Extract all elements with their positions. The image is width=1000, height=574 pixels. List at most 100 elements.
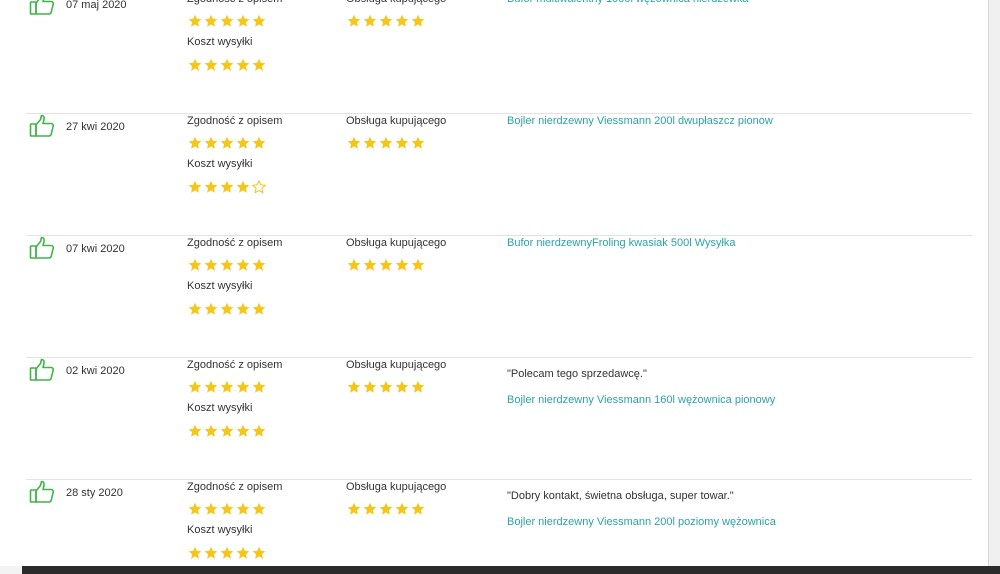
description-match-stars [188,258,266,274]
star-filled-icon [204,58,218,72]
shipping-cost-label: Koszt wysyłki [187,524,253,536]
star-filled-icon [363,258,377,272]
customer-service-stars [347,502,425,518]
thumbs-up-icon [29,358,55,382]
customer-service-label: Obsługa kupującego [346,115,447,127]
star-filled-icon [188,380,202,394]
star-filled-icon [204,136,218,150]
star-filled-icon [379,258,393,272]
star-filled-icon [252,502,266,516]
star-filled-icon [395,14,409,28]
star-filled-icon [220,258,234,272]
product-link[interactable]: Bojler nierdzewny Viessmann 160l wężowni… [507,394,775,406]
shipping-cost-stars [188,58,266,74]
review-comment: "Polecam tego sprzedawcę." [507,368,647,380]
star-filled-icon [236,136,250,150]
star-filled-icon [363,14,377,28]
customer-service-label: Obsługa kupującego [346,359,447,371]
thumbs-up-icon [29,480,55,504]
star-filled-icon [204,380,218,394]
shipping-cost-label: Koszt wysyłki [187,158,253,170]
star-filled-icon [188,424,202,438]
review-item: 28 sty 2020 Zgodność z opisem Koszt wysy… [26,480,972,566]
star-filled-icon [236,302,250,316]
customer-service-stars [347,136,425,152]
star-filled-icon [379,136,393,150]
star-filled-icon [252,302,266,316]
review-item: 07 kwi 2020 Zgodność z opisem Koszt wysy… [26,236,972,358]
product-link[interactable]: Bojler nierdzewny Viessmann 200l dwupłas… [507,115,773,127]
star-filled-icon [188,546,202,560]
star-filled-icon [204,180,218,194]
star-filled-icon [220,58,234,72]
star-filled-icon [236,546,250,560]
star-filled-icon [252,58,266,72]
star-filled-icon [347,380,361,394]
star-filled-icon [204,502,218,516]
description-match-stars [188,380,266,396]
review-date: 28 sty 2020 [66,487,123,499]
description-match-stars [188,502,266,518]
review-date: 02 kwi 2020 [66,365,125,377]
thumbs-up-icon [29,236,55,260]
shipping-cost-stars [188,180,266,196]
review-date: 07 maj 2020 [66,0,127,11]
star-filled-icon [220,302,234,316]
star-filled-icon [411,136,425,150]
star-filled-icon [411,14,425,28]
star-filled-icon [411,258,425,272]
description-match-label: Zgodność z opisem [187,0,282,5]
star-filled-icon [220,424,234,438]
customer-service-stars [347,380,425,396]
star-filled-icon [411,502,425,516]
description-match-stars [188,14,266,30]
star-filled-icon [379,380,393,394]
customer-service-label: Obsługa kupującego [346,481,447,493]
star-filled-icon [204,14,218,28]
shipping-cost-stars [188,546,266,562]
star-filled-icon [395,502,409,516]
star-filled-icon [252,14,266,28]
customer-service-label: Obsługa kupującego [346,0,446,5]
customer-service-label: Obsługa kupującego [346,237,447,249]
star-filled-icon [363,502,377,516]
star-filled-icon [363,380,377,394]
star-filled-icon [220,14,234,28]
product-link[interactable]: Bufor nierdzewnyFroling kwasiak 500l Wys… [507,237,736,249]
star-filled-icon [379,14,393,28]
review-date: 07 kwi 2020 [66,243,125,255]
star-filled-icon [188,14,202,28]
star-filled-icon [220,502,234,516]
star-filled-icon [252,424,266,438]
product-link[interactable]: Bufor multiwalentny 1000l wężownica nier… [507,0,749,5]
star-filled-icon [188,180,202,194]
star-filled-icon [188,258,202,272]
description-match-label: Zgodność z opisem [187,115,283,127]
review-comment: "Dobry kontakt, świetna obsługa, super t… [507,490,734,502]
star-filled-icon [347,258,361,272]
customer-service-stars [347,258,425,274]
star-filled-icon [188,302,202,316]
shipping-cost-label: Koszt wysyłki [187,402,253,414]
thumbs-up-icon [29,0,55,16]
star-filled-icon [347,14,361,28]
bottom-bar [0,566,1000,574]
star-filled-icon [252,546,266,560]
star-filled-icon [204,546,218,560]
star-filled-icon [252,136,266,150]
star-filled-icon [220,180,234,194]
star-filled-icon [220,136,234,150]
star-filled-icon [204,424,218,438]
star-filled-icon [395,258,409,272]
star-filled-icon [204,258,218,272]
product-link[interactable]: Bojler nierdzewny Viessmann 200l poziomy… [507,516,776,528]
star-filled-icon [395,380,409,394]
shipping-cost-label: Koszt wysyłki [187,280,253,292]
star-filled-icon [236,502,250,516]
description-match-stars [188,136,266,152]
description-match-label: Zgodność z opisem [187,237,283,249]
thumbs-up-icon [29,114,55,138]
bottom-bar-strip [0,566,22,574]
scrollbar-track[interactable] [988,0,1000,566]
review-item: 27 kwi 2020 Zgodność z opisem Koszt wysy… [26,114,972,236]
